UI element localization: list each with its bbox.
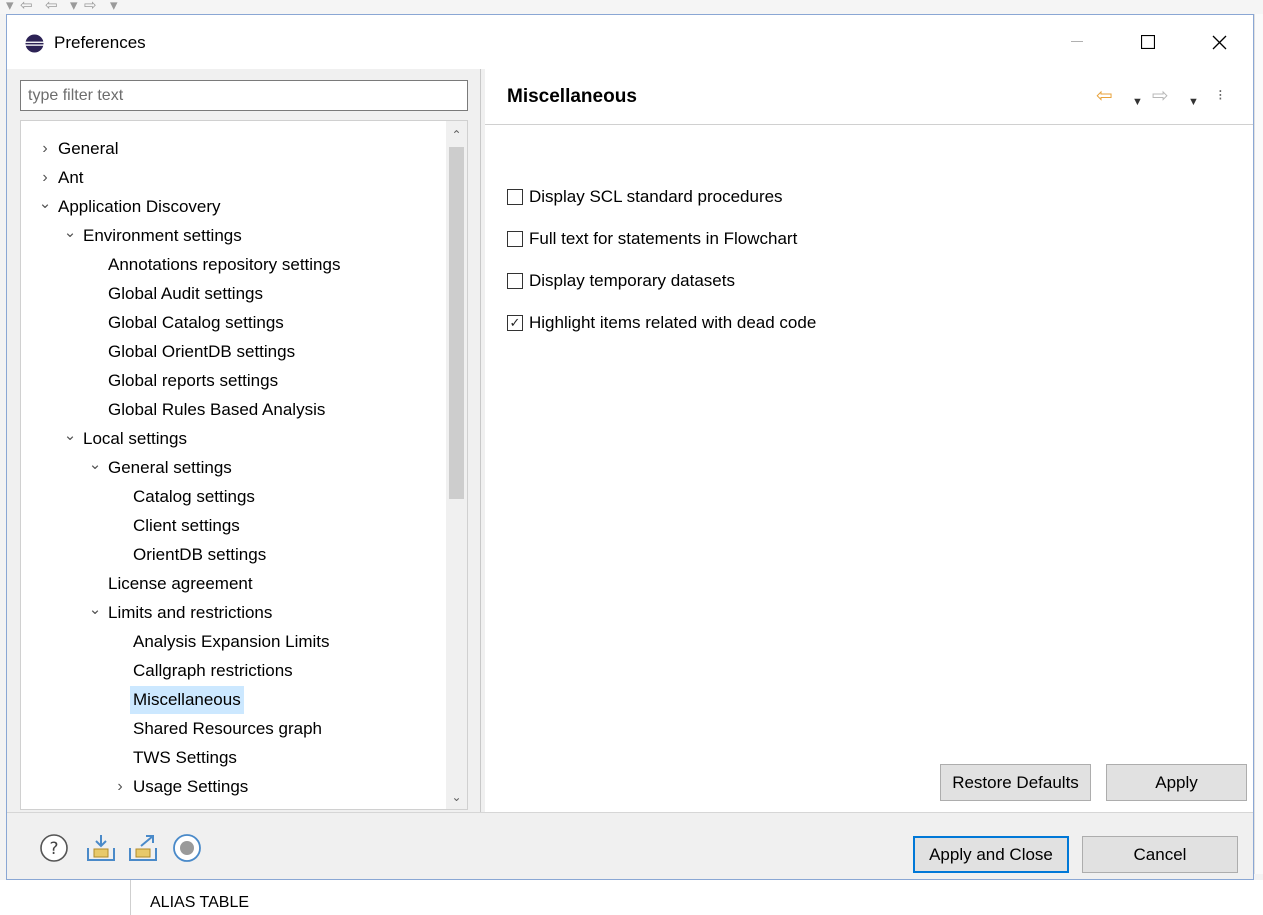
tree-item-label: Client settings [133, 516, 240, 535]
expand-chevron-icon[interactable]: ⌄ [88, 802, 102, 809]
tree-item-label: Global reports settings [108, 371, 279, 390]
restore-defaults-button[interactable]: Restore Defaults [940, 764, 1091, 801]
export-icon[interactable] [127, 832, 159, 864]
option-highlight-dead-code[interactable]: ✓ Highlight items related with dead code [507, 311, 816, 335]
help-icon[interactable]: ? [38, 832, 70, 864]
close-icon [1212, 35, 1226, 49]
page-body: Display SCL standard procedures Full tex… [485, 125, 1253, 812]
tree-item-label: Global Audit settings [108, 284, 263, 303]
checkbox[interactable] [507, 273, 523, 289]
tree-item-label: Annotations repository settings [108, 255, 341, 274]
option-label: Display SCL standard procedures [529, 187, 783, 206]
tree-item-label: License agreement [108, 574, 253, 593]
expand-chevron-icon[interactable]: ⌄ [88, 599, 102, 621]
forward-arrow-icon[interactable]: ⇨ [1152, 83, 1169, 109]
import-icon[interactable] [85, 832, 117, 864]
background-back-icon: ⇦ [20, 0, 33, 14]
tree-item-label: Reports settings [105, 802, 234, 809]
tree-item-label: Application Discovery [58, 197, 221, 216]
tree-item-label: Local settings [83, 429, 187, 448]
record-icon[interactable] [171, 832, 203, 864]
background-arrow-icon: ▾ [70, 0, 78, 14]
tree-item-label: Miscellaneous [130, 686, 244, 714]
tree-item-label: General [58, 139, 119, 158]
tree-scrollbar[interactable]: ⌃ ⌄ [446, 121, 467, 809]
tree-item-label: OrientDB settings [133, 545, 267, 564]
collapse-chevron-icon[interactable]: › [38, 164, 52, 192]
scrollbar-thumb[interactable] [449, 147, 464, 499]
option-full-text-flowchart[interactable]: Full text for statements in Flowchart [507, 227, 797, 251]
tree-item-label: General settings [108, 458, 232, 477]
preferences-tree: › General › Ant ⌄ Application Discovery ⌄ Envir… [20, 120, 468, 810]
option-label: Full text for statements in Flowchart [529, 229, 798, 248]
maximize-button[interactable] [1125, 23, 1171, 61]
eclipse-icon [25, 34, 44, 53]
maximize-icon [1141, 35, 1155, 49]
checkbox[interactable] [507, 231, 523, 247]
background-back-icon: ⇦ [45, 0, 58, 14]
tree-item-label: TWS Settings [133, 748, 237, 767]
tree-item-label: Usage Settings [133, 777, 249, 796]
expand-chevron-icon[interactable]: ⌄ [63, 425, 77, 447]
background-divider [130, 880, 131, 915]
collapse-chevron-icon[interactable]: › [38, 135, 52, 163]
collapse-chevron-icon[interactable]: › [113, 773, 127, 801]
forward-dropdown-icon[interactable]: ▼ [1188, 89, 1199, 115]
background-arrow-icon: ▾ [110, 0, 118, 14]
background-editor-edge [1254, 14, 1263, 874]
close-button[interactable] [1196, 23, 1242, 61]
tree-item-label: Analysis Expansion Limits [133, 632, 330, 651]
tree-item-label: Callgraph restrictions [133, 661, 293, 680]
background-arrow-icon: ▾ [6, 0, 14, 14]
background-toolbar: ▾ ⇦ ⇦ ▾ ⇨ ▾ [0, 0, 1263, 14]
minimize-button[interactable] [1054, 23, 1100, 61]
tree-item-label: Limits and restrictions [108, 603, 273, 622]
minimize-icon [1071, 41, 1083, 42]
option-display-scl-procedures[interactable]: Display SCL standard procedures [507, 185, 783, 209]
panel-splitter[interactable] [480, 69, 481, 812]
option-display-temporary-datasets[interactable]: Display temporary datasets [507, 269, 735, 293]
option-label: Display temporary datasets [529, 271, 735, 290]
tree-item-label: Global OrientDB settings [108, 342, 296, 361]
title-bar: Preferences [7, 15, 1253, 69]
page-title: Miscellaneous [507, 86, 637, 107]
page-header: Miscellaneous ⇦ ▼ ⇨ ▼ ⁝ [485, 69, 1253, 125]
tree-item-label: Global Rules Based Analysis [108, 400, 326, 419]
dialog-title: Preferences [54, 33, 146, 52]
checkbox[interactable] [507, 189, 523, 205]
tree-item-label: Shared Resources graph [133, 719, 323, 738]
expand-chevron-icon[interactable]: ⌄ [63, 222, 77, 244]
checkbox[interactable]: ✓ [507, 315, 523, 331]
scroll-down-icon[interactable]: ⌄ [446, 787, 467, 807]
cancel-button[interactable]: Cancel [1082, 836, 1238, 873]
scroll-up-icon[interactable]: ⌃ [446, 125, 467, 145]
footer-divider [7, 812, 1253, 813]
expand-chevron-icon[interactable]: ⌄ [88, 454, 102, 476]
back-dropdown-icon[interactable]: ▼ [1132, 89, 1143, 115]
apply-and-close-button[interactable]: Apply and Close [913, 836, 1069, 873]
tree-item-label: Ant [58, 168, 84, 187]
view-menu-icon[interactable]: ⁝ [1218, 83, 1223, 109]
tree-item-label: Global Catalog settings [108, 313, 284, 332]
background-editor-text: ALIAS TABLE [150, 894, 250, 911]
background-forward-icon: ⇨ [84, 0, 97, 14]
option-label: Highlight items related with dead code [529, 313, 817, 332]
svg-text:?: ? [49, 839, 58, 859]
apply-button[interactable]: Apply [1106, 764, 1247, 801]
tree-item-label: Environment settings [83, 226, 242, 245]
preferences-dialog: Preferences › General › Ant ⌄ Application Dis… [6, 14, 1254, 880]
back-arrow-icon[interactable]: ⇦ [1096, 83, 1113, 109]
background-editor: ALIAS TABLE [0, 880, 1263, 915]
tree-item-label: Catalog settings [133, 487, 255, 506]
expand-chevron-icon[interactable]: ⌄ [38, 193, 52, 215]
filter-input[interactable] [20, 80, 468, 111]
